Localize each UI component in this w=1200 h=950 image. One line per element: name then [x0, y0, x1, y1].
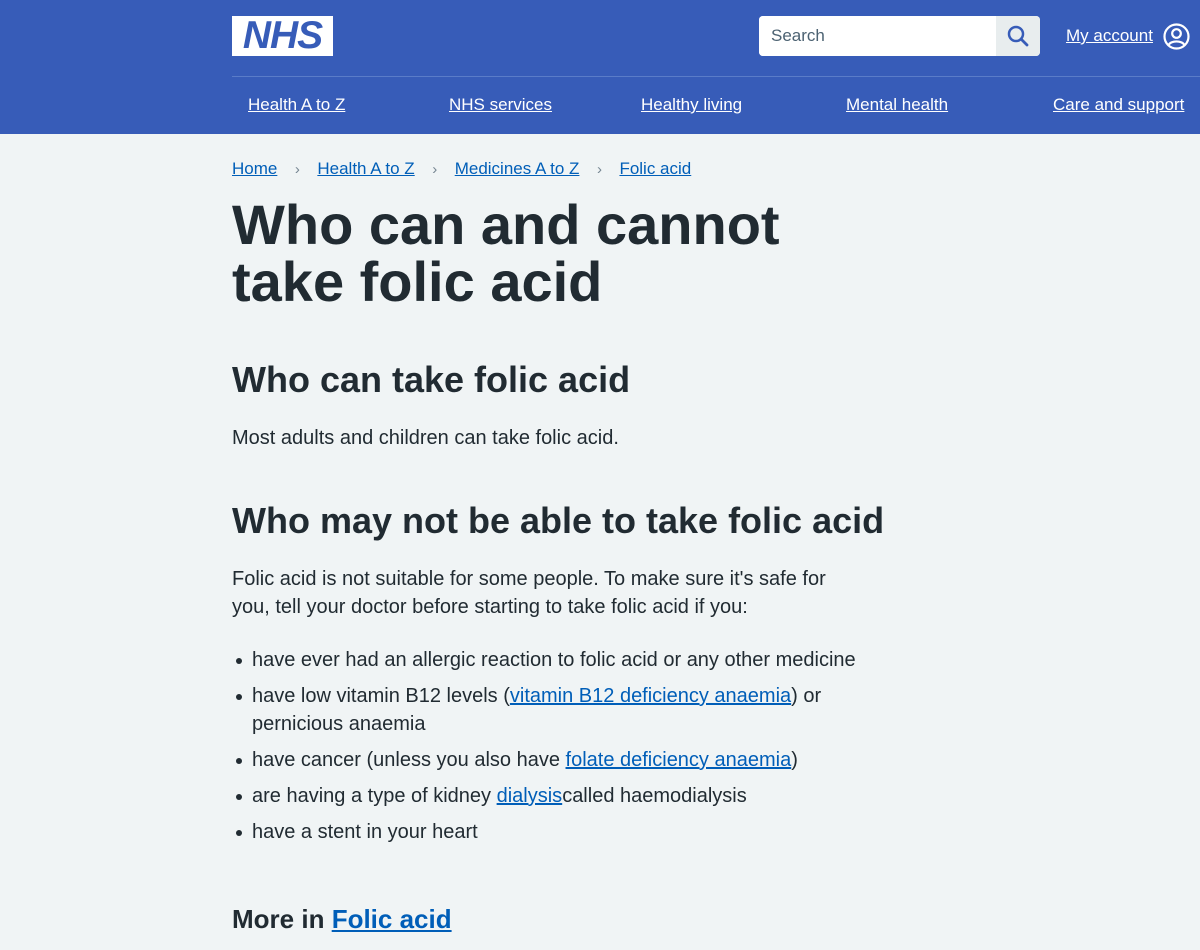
user-account-icon	[1163, 22, 1190, 50]
nav-item-health-a-to-z[interactable]: Health A to Z	[248, 95, 345, 115]
breadcrumb-medicines-a-to-z[interactable]: Medicines A to Z	[455, 159, 580, 179]
chevron-right-icon: ›	[596, 160, 602, 178]
primary-navigation: Health A to Z NHS services Healthy livin…	[0, 77, 1200, 134]
search-input[interactable]	[759, 16, 996, 56]
list-item: are having a type of kidney dialysiscall…	[232, 782, 892, 810]
list-item-text: have low vitamin B12 levels (	[252, 685, 510, 707]
section-text-who-can: Most adults and children can take folic …	[232, 427, 619, 449]
list-item: have low vitamin B12 levels (vitamin B12…	[232, 682, 892, 738]
more-in-prefix: More in	[232, 904, 325, 934]
nav-item-healthy-living[interactable]: Healthy living	[641, 95, 742, 115]
section-heading-who-can: Who can take folic acid	[232, 359, 631, 400]
breadcrumb-health-a-to-z[interactable]: Health A to Z	[317, 159, 414, 179]
conditions-list: have ever had an allergic reaction to fo…	[232, 646, 892, 854]
list-item-text: called haemodialysis	[562, 785, 747, 807]
chevron-right-icon: ›	[294, 160, 300, 178]
link-dialysis[interactable]: dialysis	[497, 785, 563, 807]
breadcrumb-folic-acid[interactable]: Folic acid	[619, 159, 691, 179]
link-vitamin-b12-deficiency-anaemia[interactable]: vitamin B12 deficiency anaemia	[510, 685, 791, 707]
list-item-text: have cancer (unless you also have	[252, 749, 566, 771]
site-header: NHS My account Health A to Z NHS service…	[0, 0, 1200, 134]
search-icon	[1007, 25, 1029, 47]
search-form	[759, 16, 1040, 56]
nhs-logo-text: NHS	[242, 14, 323, 57]
page-title: Who can and cannot take folic acid	[232, 193, 780, 313]
list-item-text: )	[791, 749, 798, 771]
search-button[interactable]	[996, 16, 1040, 56]
breadcrumb-home[interactable]: Home	[232, 159, 277, 179]
nav-item-mental-health[interactable]: Mental health	[846, 95, 948, 115]
more-in-section: More in Folic acid	[232, 902, 452, 936]
list-item-text: have a stent in your heart	[252, 821, 478, 843]
list-item: have a stent in your heart	[232, 818, 892, 846]
breadcrumb: Home › Health A to Z › Medicines A to Z …	[232, 158, 691, 180]
nav-item-care-and-support[interactable]: Care and support	[1053, 95, 1184, 115]
chevron-right-icon: ›	[432, 160, 438, 178]
link-folate-deficiency-anaemia[interactable]: folate deficiency anaemia	[566, 749, 792, 771]
my-account-link[interactable]: My account	[1066, 20, 1190, 52]
list-item-text: are having a type of kidney	[252, 785, 497, 807]
section-intro-who-may-not: Folic acid is not suitable for some peop…	[232, 568, 826, 618]
section-heading-who-may-not: Who may not be able to take folic acid	[232, 500, 885, 541]
nav-item-nhs-services[interactable]: NHS services	[449, 95, 552, 115]
nhs-logo-link[interactable]: NHS	[232, 16, 333, 56]
list-item: have ever had an allergic reaction to fo…	[232, 646, 892, 674]
list-item: have cancer (unless you also have folate…	[232, 746, 892, 774]
more-in-folic-acid-link[interactable]: Folic acid	[332, 904, 452, 934]
list-item-text: have ever had an allergic reaction to fo…	[252, 649, 856, 671]
my-account-label: My account	[1066, 26, 1153, 45]
